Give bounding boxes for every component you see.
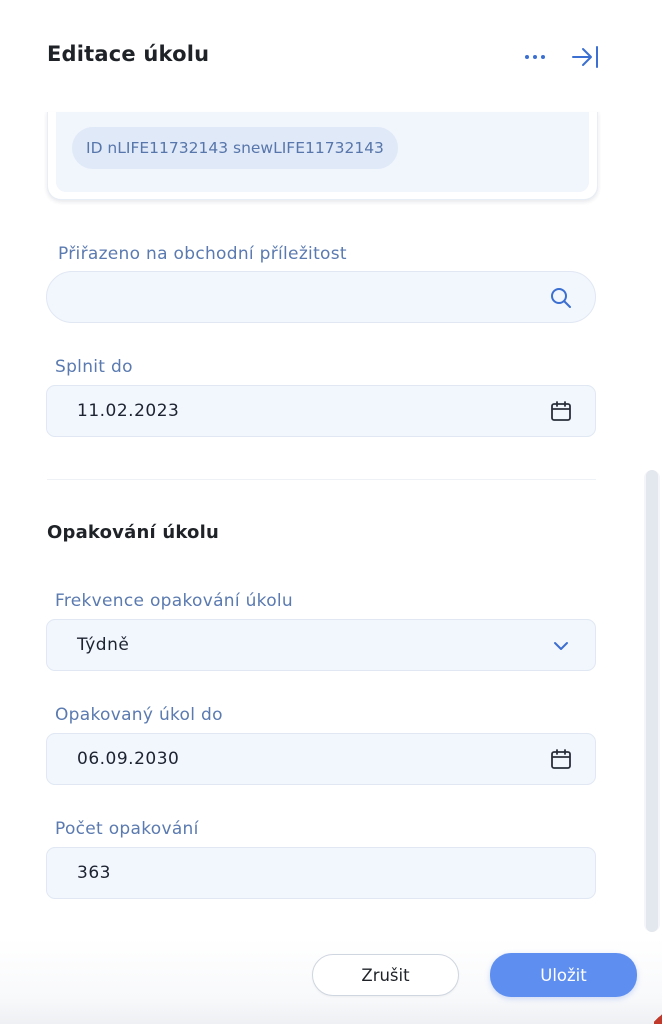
repeat-count-label: Počet opakování	[55, 819, 199, 839]
due-date-label: Splnit do	[55, 357, 133, 377]
repeat-section-title: Opakování úkolu	[47, 522, 219, 543]
repeat-until-label: Opakovaný úkol do	[55, 705, 223, 725]
opportunity-label: Přiřazeno na obchodní příležitost	[58, 244, 347, 264]
corner-mark	[654, 1012, 662, 1024]
cancel-button[interactable]: Zrušit	[312, 954, 459, 996]
repeat-count-field[interactable]: 363	[46, 847, 596, 899]
scrollbar-thumb[interactable]	[646, 470, 658, 932]
frequency-value: Týdně	[77, 635, 130, 655]
task-id-chip-visible: ID nLIFE11732143 snewLIFE11732143	[72, 127, 398, 169]
repeat-until-value: 06.09.2030	[77, 749, 180, 769]
due-date-field[interactable]: 11.02.2023	[46, 385, 596, 437]
calendar-icon[interactable]	[549, 399, 573, 423]
repeat-count-value: 363	[77, 863, 111, 883]
save-button[interactable]: Uložit	[490, 953, 637, 997]
section-divider	[47, 479, 596, 480]
search-icon[interactable]	[549, 286, 573, 310]
repeat-until-field[interactable]: 06.09.2030	[46, 733, 596, 785]
frequency-label: Frekvence opakování úkolu	[55, 591, 294, 611]
more-dot	[525, 55, 529, 59]
frequency-select[interactable]: Týdně	[46, 619, 596, 671]
collapse-panel-icon[interactable]	[568, 42, 602, 72]
chevron-down-icon[interactable]	[549, 633, 573, 657]
opportunity-search-input[interactable]	[46, 271, 596, 323]
panel-header: Editace úkolu	[0, 0, 662, 112]
scrollbar-track[interactable]	[644, 470, 660, 932]
calendar-icon[interactable]	[549, 747, 573, 771]
more-dot	[541, 55, 545, 59]
page-title: Editace úkolu	[47, 42, 210, 66]
due-date-value: 11.02.2023	[77, 401, 180, 421]
more-icon[interactable]	[520, 47, 550, 67]
more-dot	[533, 55, 537, 59]
